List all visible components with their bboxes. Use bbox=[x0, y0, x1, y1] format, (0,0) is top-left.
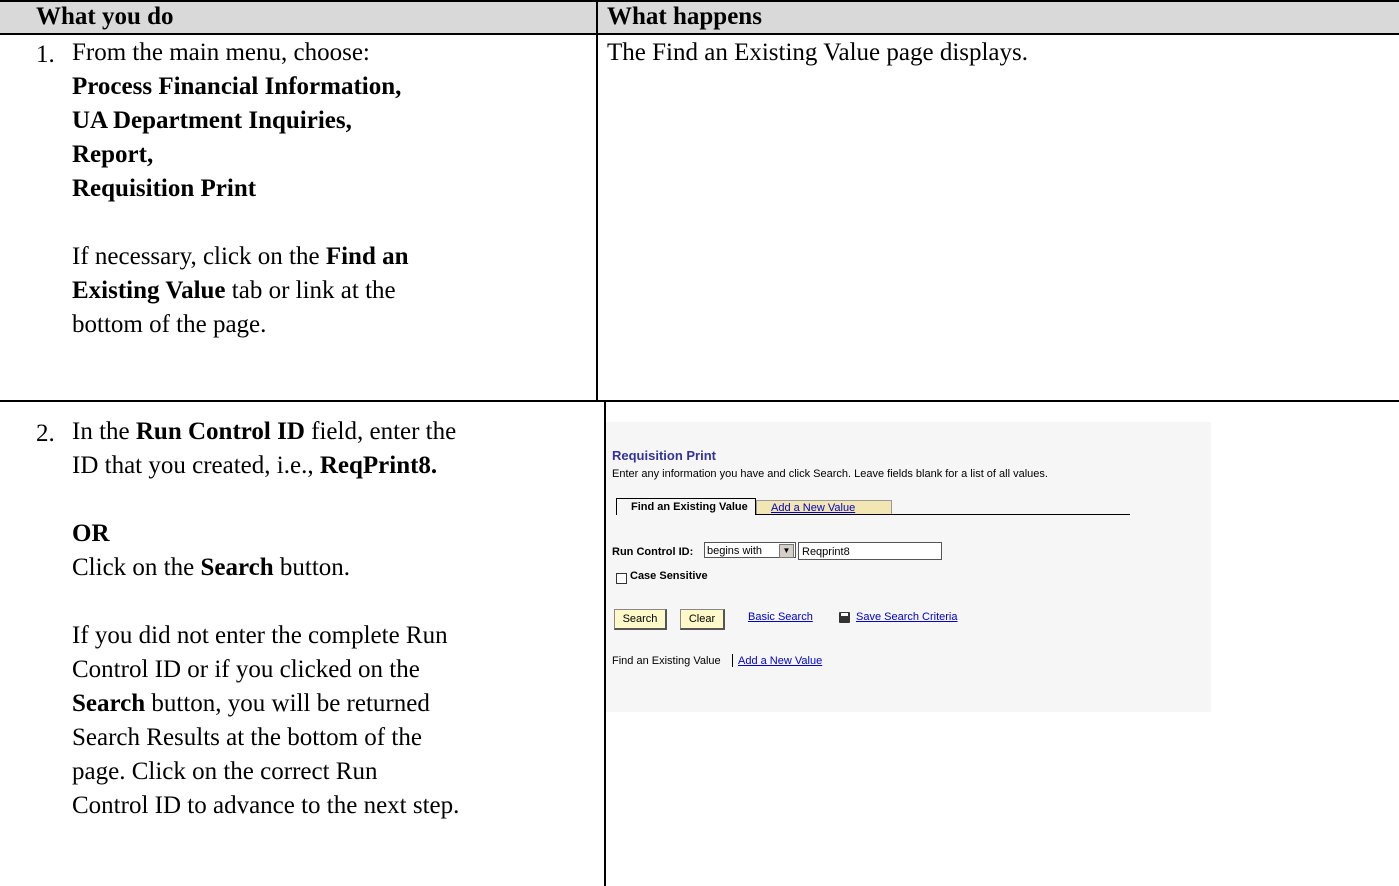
page-title: Requisition Print bbox=[612, 448, 716, 463]
clear-button[interactable]: Clear bbox=[680, 609, 725, 630]
step-1-result: The Find an Existing Value page displays… bbox=[607, 39, 1029, 66]
footer-separator bbox=[732, 654, 733, 667]
step-2-line2: ID that you created, i.e., ReqPrint8. bbox=[72, 452, 438, 479]
step-2-line1: In the Run Control ID field, enter the bbox=[72, 418, 457, 445]
run-control-id-input[interactable]: Reqprint8 bbox=[798, 542, 942, 560]
footer-find-existing-value[interactable]: Find an Existing Value bbox=[612, 655, 721, 667]
operator-select[interactable]: begins with ▼ bbox=[704, 542, 796, 558]
menu-path-4: Requisition Print bbox=[72, 175, 257, 202]
column-divider-row1 bbox=[596, 0, 598, 400]
step-2-instructions: In the Run Control ID field, enter the I… bbox=[72, 415, 459, 823]
step-1-instructions: From the main menu, choose: Process Fina… bbox=[72, 36, 409, 342]
tab-find-existing-value[interactable]: Find an Existing Value bbox=[616, 498, 756, 515]
header-what-happens: What happens bbox=[607, 3, 762, 30]
step-2-p2: Control ID or if you clicked on the bbox=[72, 656, 420, 683]
menu-path-1: Process Financial Information, bbox=[72, 73, 402, 100]
step-1-note-line2: Existing Value tab or link at the bbox=[72, 277, 396, 304]
chevron-down-icon[interactable]: ▼ bbox=[779, 544, 794, 558]
step-1-note-line3: bottom of the page. bbox=[72, 311, 267, 338]
step-2-line3: Click on the Search button. bbox=[72, 554, 351, 581]
step-2-or: OR bbox=[72, 520, 110, 547]
header-bottom-border bbox=[0, 33, 1399, 35]
menu-path-3: Report, bbox=[72, 141, 154, 168]
case-sensitive-label: Case Sensitive bbox=[630, 570, 708, 582]
step-2-p4: Search Results at the bottom of the bbox=[72, 724, 422, 751]
tab-add-new-value[interactable]: Add a New Value bbox=[756, 500, 892, 514]
step-1-number: 1. bbox=[36, 41, 55, 68]
step-1-line: From the main menu, choose: bbox=[72, 39, 370, 66]
table-top-border bbox=[0, 0, 1399, 2]
step-2-number: 2. bbox=[36, 420, 55, 447]
step-2-p3: Search button, you will be returned bbox=[72, 690, 430, 717]
step-2-p1: If you did not enter the complete Run bbox=[72, 622, 448, 649]
row-separator bbox=[0, 400, 1399, 402]
menu-path-2: UA Department Inquiries, bbox=[72, 107, 352, 134]
header-what-you-do: What you do bbox=[36, 3, 174, 30]
case-sensitive-checkbox[interactable] bbox=[616, 573, 627, 584]
run-control-id-label: Run Control ID: bbox=[612, 546, 694, 558]
requisition-print-screenshot: Requisition Print Enter any information … bbox=[606, 422, 1211, 712]
page-instructions: Enter any information you have and click… bbox=[612, 468, 1048, 480]
save-search-criteria-link[interactable]: Save Search Criteria bbox=[856, 611, 958, 623]
save-icon[interactable] bbox=[839, 612, 850, 623]
step-2-p5: page. Click on the correct Run bbox=[72, 758, 378, 785]
search-button[interactable]: Search bbox=[614, 609, 667, 630]
step-1-note-line1: If necessary, click on the Find an bbox=[72, 243, 409, 270]
basic-search-link[interactable]: Basic Search bbox=[748, 611, 813, 623]
footer-add-new-value-link[interactable]: Add a New Value bbox=[738, 655, 822, 667]
step-2-p6: Control ID to advance to the next step. bbox=[72, 792, 460, 819]
